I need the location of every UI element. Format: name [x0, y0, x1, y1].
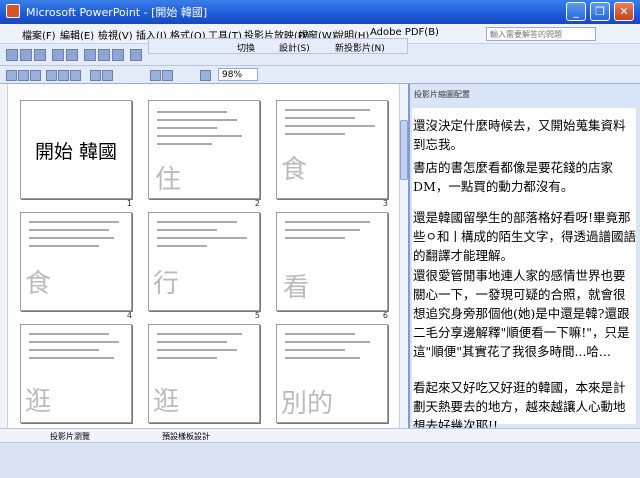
title-bar: Microsoft PowerPoint - [開始 韓國] _ ❐ ✕: [0, 0, 640, 24]
note-paragraph: 還沒決定什麼時候去，又開始蒐集資料到忘我。: [413, 118, 626, 152]
copy-icon[interactable]: [98, 49, 110, 61]
menu-adobe-pdf[interactable]: Adobe PDF(B): [370, 27, 439, 38]
slide-thumbnail-1[interactable]: 開始 韓國: [20, 100, 132, 199]
slide-thumbnail-5[interactable]: 行: [148, 212, 260, 311]
slide-glyph: 逛: [153, 387, 180, 417]
menu-file[interactable]: 檔案(F): [22, 27, 56, 42]
paste-icon[interactable]: [112, 49, 124, 61]
slide-number: 2: [254, 199, 260, 208]
chart-icon[interactable]: [150, 70, 161, 81]
zoom-select[interactable]: 98%: [218, 68, 258, 81]
minimize-button[interactable]: _: [566, 2, 586, 21]
slide-thumbnail-2[interactable]: 住: [148, 100, 260, 199]
cut-icon[interactable]: [84, 49, 96, 61]
note-paragraph: 書店的書怎麼看都像是要花錢的店家DM，一點買的動力都沒有。: [413, 160, 614, 194]
formatting-toolbar: [0, 66, 640, 84]
bullets-icon[interactable]: [90, 70, 101, 81]
slide-glyph: 食: [281, 155, 308, 185]
slide-thumbnail-9[interactable]: 別的: [276, 324, 388, 423]
slide-number: 6: [382, 311, 388, 320]
menu-edit[interactable]: 編輯(E): [60, 27, 94, 42]
status-bar: [0, 442, 640, 478]
underline-icon[interactable]: [30, 70, 41, 81]
slide-title: 開始 韓國: [35, 141, 118, 163]
slide-number: 3: [382, 199, 388, 208]
view-strip: [0, 84, 8, 428]
close-button[interactable]: ✕: [614, 2, 634, 21]
color-icon[interactable]: [200, 70, 211, 81]
new-slide-button[interactable]: 新投影片(N): [335, 41, 385, 54]
numbering-icon[interactable]: [102, 70, 113, 81]
scrollbar-thumb[interactable]: [400, 120, 408, 180]
align-center-icon[interactable]: [58, 70, 69, 81]
note-paragraph: 還很愛管閒事地連人家的感情世界也要關心一下，一發現可疑的合照，就會很想追究身旁那…: [413, 268, 630, 359]
italic-icon[interactable]: [18, 70, 29, 81]
align-left-icon[interactable]: [46, 70, 57, 81]
tab-design-template[interactable]: 預設樣板設計: [162, 431, 210, 442]
slide-number: 4: [126, 311, 132, 320]
preview-icon[interactable]: [66, 49, 78, 61]
transition-button[interactable]: 切換: [237, 41, 255, 54]
bold-icon[interactable]: [6, 70, 17, 81]
task-pane-header: 投影片縮圖配置: [414, 90, 470, 99]
slide-glyph: 別的: [281, 389, 334, 419]
powerpoint-app-icon: [6, 4, 20, 18]
slide-thumbnail-4[interactable]: 食: [20, 212, 132, 311]
window-title: Microsoft PowerPoint - [開始 韓國]: [26, 6, 208, 19]
slide-number: 1: [126, 199, 132, 208]
design-button[interactable]: 設計(S): [279, 41, 310, 54]
slide-glyph: 住: [155, 165, 182, 195]
note-paragraph: 看起來又好吃又好逛的韓國，本來是計劃天熱要去的地方，越來越讓人心動地想去好幾次耶…: [413, 380, 626, 433]
view-tab-bar: 投影片瀏覽 預設樣板設計: [0, 428, 640, 442]
open-icon[interactable]: [20, 49, 32, 61]
slide-glyph: 行: [153, 269, 180, 299]
note-paragraph: 還是韓國留學生的部落格好看呀!畢竟那些ㅇ和ㅣ構成的陌生文字，得透過譜國語的翻譯才…: [413, 210, 637, 263]
help-search-input[interactable]: 輸入需要解答的問題: [486, 27, 596, 41]
menu-view[interactable]: 檢視(V): [98, 27, 133, 42]
table-icon[interactable]: [162, 70, 173, 81]
slide-glyph: 看: [283, 273, 310, 303]
new-icon[interactable]: [6, 49, 18, 61]
slide-thumbnail-7[interactable]: 逛: [20, 324, 132, 423]
restore-button[interactable]: ❐: [590, 2, 610, 21]
slide-thumbnail-6[interactable]: 看: [276, 212, 388, 311]
slide-toolbar: 切換 設計(S) 新投影片(N): [148, 38, 408, 54]
tab-slide-sorter[interactable]: 投影片瀏覽: [50, 431, 90, 442]
slide-number: 5: [254, 311, 260, 320]
save-icon[interactable]: [34, 49, 46, 61]
print-icon[interactable]: [52, 49, 64, 61]
undo-icon[interactable]: [130, 49, 142, 61]
slide-thumbnail-3[interactable]: 食: [276, 100, 388, 199]
align-right-icon[interactable]: [70, 70, 81, 81]
slide-thumbnail-8[interactable]: 逛: [148, 324, 260, 423]
slide-glyph: 食: [25, 269, 52, 299]
slide-glyph: 逛: [25, 387, 52, 417]
